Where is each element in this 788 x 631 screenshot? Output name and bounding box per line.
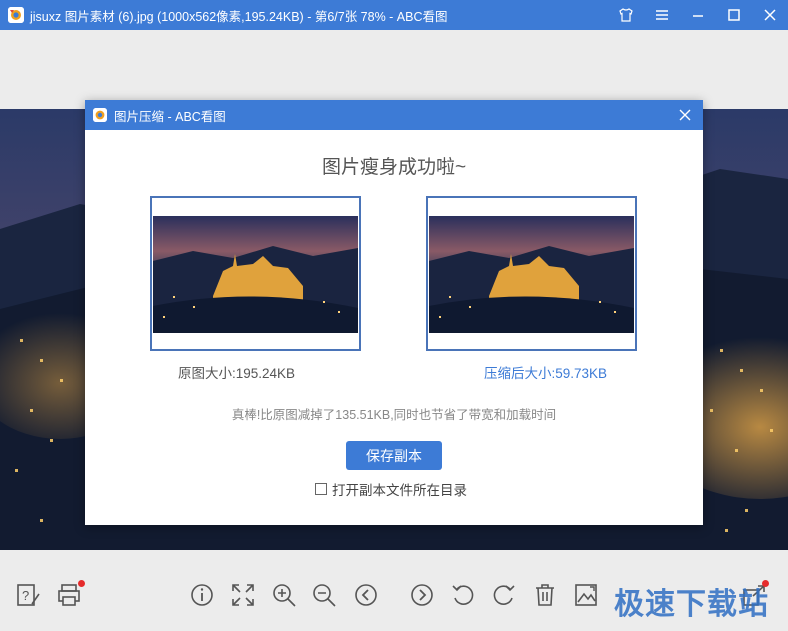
minimize-icon[interactable] [680, 0, 716, 30]
print-notification-dot [78, 580, 85, 587]
bottom-toolbar: ? 极速下载站 [0, 565, 788, 631]
app-logo-icon [93, 108, 107, 122]
success-headline: 图片瘦身成功啦~ [321, 157, 467, 178]
close-icon[interactable] [752, 0, 788, 30]
edit-image-icon[interactable] [572, 581, 600, 609]
info-icon[interactable] [188, 581, 216, 609]
original-thumbnail [150, 196, 361, 351]
window-title: jisuxz 图片素材 (6).jpg (1000x562像素,195.24KB… [30, 9, 448, 24]
compressed-thumbnail [426, 196, 637, 351]
delete-icon[interactable] [531, 581, 559, 609]
window-controls [608, 0, 788, 30]
saved-size-note: 真棒!比原图减掉了135.51KB,同时也节省了带宽和加载时间 [231, 408, 557, 422]
save-copy-button[interactable]: 保存副本 [346, 441, 442, 470]
zoom-in-icon[interactable] [270, 581, 298, 609]
watermark-text: 极速下载站 [614, 587, 769, 622]
dialog-close-icon[interactable] [675, 105, 695, 125]
maximize-icon[interactable] [716, 0, 752, 30]
rotate-left-icon[interactable] [449, 581, 477, 609]
help-icon[interactable]: ? [14, 581, 42, 609]
dialog-title: 图片压缩 - ABC看图 [114, 109, 226, 124]
open-directory-checkbox[interactable] [315, 483, 327, 495]
original-size-label: 原图大小:195.24KB [178, 366, 296, 381]
app-logo-icon [8, 7, 24, 23]
open-directory-label: 打开副本文件所在目录 [332, 483, 467, 498]
previous-icon[interactable] [352, 581, 380, 609]
dialog-title-bar[interactable]: 图片压缩 - ABC看图 [85, 100, 703, 130]
compressed-preview-image [429, 216, 634, 333]
rotate-right-icon[interactable] [490, 581, 518, 609]
svg-text:?: ? [22, 588, 29, 603]
zoom-out-icon[interactable] [310, 581, 338, 609]
compressed-size-label: 压缩后大小:59.73KB [484, 366, 608, 381]
abc-image-viewer-window: jisuxz 图片素材 (6).jpg (1000x562像素,195.24KB… [0, 0, 788, 631]
open-directory-option[interactable]: 打开副本文件所在目录 [315, 479, 467, 499]
menu-icon[interactable] [644, 0, 680, 30]
title-bar: jisuxz 图片素材 (6).jpg (1000x562像素,195.24KB… [0, 0, 788, 30]
next-icon[interactable] [408, 581, 436, 609]
fit-icon[interactable] [229, 581, 257, 609]
original-preview-image [153, 216, 358, 333]
compress-result-dialog: 图片压缩 - ABC看图 图片瘦身成功啦~ 原图大小:195.24KB 压缩后大… [85, 100, 703, 525]
skin-icon[interactable] [608, 0, 644, 30]
